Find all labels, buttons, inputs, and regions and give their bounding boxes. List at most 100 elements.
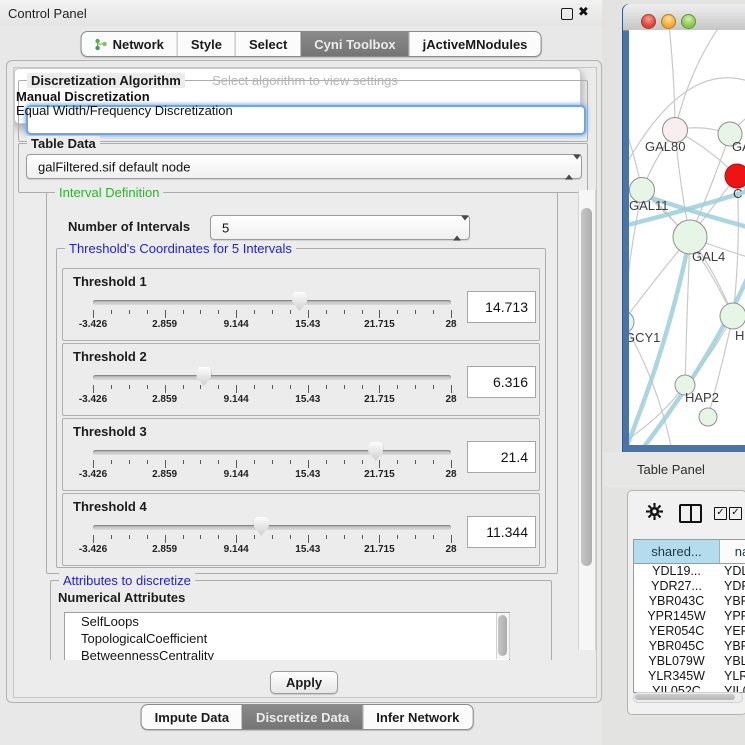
network-node-label: GCY1 [629,330,660,345]
network-node[interactable] [725,164,745,188]
threshold-label: Threshold 2 [73,349,147,364]
algorithm-option-manual-discretization[interactable]: Manual Discretization [16,90,592,104]
cell-name: YDR2 [724,579,745,594]
threshold-label: Threshold 3 [73,424,147,439]
attribute-item-selfloops[interactable]: SelfLoops [65,613,509,630]
tab-discretize-data[interactable]: Discretize Data [242,705,362,729]
checkbox-icon[interactable]: ✓ [714,507,727,520]
tab-jactivemnodules[interactable]: jActiveMNodules [409,32,541,56]
threshold-value-field[interactable]: 6.316 [467,366,536,398]
slider-track[interactable] [93,450,451,455]
float-window-icon[interactable] [561,8,573,20]
cell-shared-name: YPR145W [634,609,719,624]
table-horizontal-scrollbar[interactable] [633,692,743,703]
slider-thumb[interactable] [368,442,383,461]
column-header-shared-name[interactable]: shared... [634,540,720,564]
slider-thumb[interactable] [196,367,211,386]
stepper-icon [453,220,462,235]
number-of-intervals-value: 5 [222,220,229,235]
network-node-label: GAL80 [645,139,685,154]
threshold-value-field[interactable]: 11.344 [467,516,536,548]
algorithm-option-equal-width-frequency-discretization[interactable]: Equal Width/Frequency Discretization [16,104,592,118]
slider-ticks [93,310,451,319]
table-row[interactable]: YPR145WYPR1 [634,609,745,624]
network-edge [669,30,675,130]
slider-ticks [93,535,451,544]
network-node-label: GAL4 [692,249,725,264]
apply-button[interactable]: Apply [270,671,338,694]
tab-style[interactable]: Style [177,32,235,56]
table-data-combobox[interactable]: galFiltered.sif default node [26,154,582,179]
table-row[interactable]: YLR345W YLR3 [634,669,745,684]
slider-tick-labels: -3.4262.8599.14415.4321.71528 [93,469,451,481]
discretize-data-pane: Discretization Algorithm Table Data galF… [13,67,597,698]
table-row[interactable]: YBL079WYBL0 [634,654,745,669]
slider-thumb[interactable] [292,292,307,311]
threshold-value-field[interactable]: 14.713 [467,291,536,323]
close-icon[interactable]: ✖ [578,4,589,20]
network-icon [95,38,108,51]
minimize-traffic-light[interactable] [661,14,676,29]
network-node[interactable] [699,408,717,426]
slider-thumb[interactable] [254,517,269,536]
apply-strip: Apply [14,660,596,697]
table-panel: ✓ ✓ shared... na YDL19...YDL1YDR27...YDR… [627,490,745,715]
panel-scrollbar-thumb[interactable] [581,208,592,566]
network-window-titlebar [623,4,745,31]
numerical-attributes-list[interactable]: SelfLoopsTopologicalCoefficientBetweenne… [64,612,510,662]
close-traffic-light[interactable] [641,14,656,29]
tab-label: Style [191,37,222,52]
tab-label: jActiveMNodules [423,37,528,52]
network-node[interactable] [720,303,745,329]
slider-track[interactable] [93,525,451,530]
cell-shared-name: YLR345W [634,669,719,684]
cell-name: YDL1 [724,564,745,579]
attribute-item-topologicalcoefficient[interactable]: TopologicalCoefficient [65,630,509,647]
table-row[interactable]: YER054CYER0 [634,624,745,639]
cell-name: YBR0 [724,594,745,609]
gear-icon[interactable] [646,503,663,520]
network-edge-highlighted [629,270,745,445]
thresholds-group-title: Threshold's Coordinates for 5 Intervals [65,241,296,256]
cell-shared-name: YBR043C [634,594,719,609]
table-row[interactable]: YDR27...YDR2 [634,579,745,594]
threshold-row-4: Threshold 4 -3.4262.8599.14415.4321.71528… [62,493,540,566]
split-view-icon[interactable] [679,504,702,523]
column-header-name[interactable]: na [720,540,745,564]
tab-label: Discretize Data [256,710,349,725]
slider-ticks [93,385,451,394]
panel-scrollbar[interactable] [578,190,596,650]
table-row[interactable]: YBR043C YBR0 [634,594,745,609]
threshold-row-1: Threshold 1-3.4262.8599.14415.4321.71528… [62,268,540,341]
control-panel-titlebar [0,0,602,26]
panel-title: Control Panel [8,6,87,21]
tab-label: Network [113,37,164,52]
threshold-value-field[interactable]: 21.4 [467,441,536,473]
tab-impute-data[interactable]: Impute Data [142,705,242,729]
tab-select[interactable]: Select [235,32,300,56]
tab-infer-network[interactable]: Infer Network [362,705,472,729]
table-row[interactable]: YBR045CYBR0 [634,639,745,654]
threshold-row-2: Threshold 2-3.4262.8599.14415.4321.71528… [62,343,540,416]
zoom-traffic-light[interactable] [681,14,696,29]
slider-track[interactable] [93,300,451,305]
attributes-scrollbar[interactable] [496,613,510,659]
slider-tick-labels: -3.4262.8599.14415.4321.71528 [93,544,451,556]
numerical-attributes-label: Numerical Attributes [58,590,185,605]
slider-track[interactable] [93,375,451,380]
tab-network[interactable]: Network [82,32,177,56]
node-table: shared... na YDL19...YDL1YDR27...YDR2YBR… [633,539,745,693]
number-of-intervals-combobox[interactable]: 5 [210,215,470,240]
table-row[interactable]: YDL19...YDL1 [634,564,745,579]
cell-name: YBR0 [724,639,745,654]
checkbox-icon[interactable]: ✓ [729,507,742,520]
network-canvas[interactable]: GAL80GACGAL11GAL4GCY1HHAP2 [629,30,745,445]
tab-cyni-toolbox[interactable]: Cyni Toolbox [300,32,408,56]
algorithm-hint: Select algorithm to view settings [14,73,596,88]
threshold-label: Threshold 1 [73,274,147,289]
table-panel-title: Table Panel [637,462,705,477]
control-panel: Control Panel ✖ Network Style SelectCyni T… [0,0,602,745]
cell-name: YLR3 [724,669,745,684]
threshold-label: Threshold 4 [73,499,147,514]
bottom-tab-bar: Impute Data Discretize Data Infer Network [141,704,474,730]
